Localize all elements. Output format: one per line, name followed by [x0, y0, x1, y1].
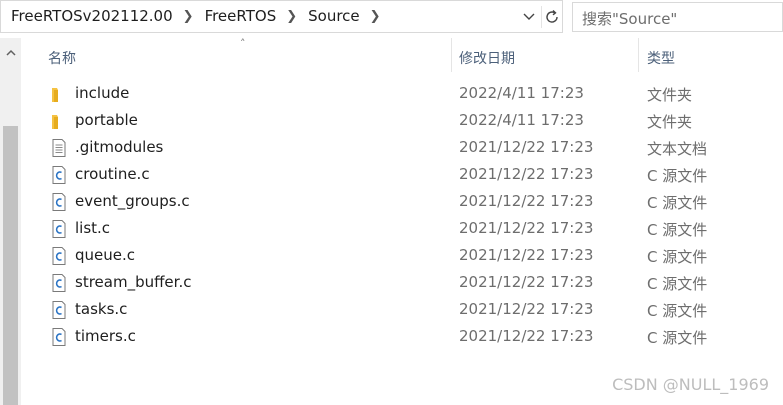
chevron-down-icon[interactable] — [519, 7, 539, 27]
breadcrumb-item-root[interactable]: FreeRTOSv202112.00 — [9, 7, 175, 25]
file-name: event_groups.c — [75, 192, 190, 210]
c-file-icon — [50, 246, 68, 266]
breadcrumb-separator-icon[interactable]: ❯ — [370, 9, 381, 24]
file-name: tasks.c — [75, 300, 128, 318]
c-file-icon — [50, 192, 68, 212]
file-name: .gitmodules — [75, 138, 164, 156]
file-date: 2021/12/22 17:23 — [459, 138, 594, 156]
list-item[interactable]: list.c 2021/12/22 17:23 C 源文件 — [0, 215, 783, 242]
c-file-icon — [50, 219, 68, 239]
file-date: 2021/12/22 17:23 — [459, 246, 594, 264]
list-item[interactable]: portable 2022/4/11 17:23 文件夹 — [0, 107, 783, 134]
file-type: C 源文件 — [647, 329, 708, 347]
column-header-name[interactable]: 名称 — [48, 48, 76, 68]
file-type: C 源文件 — [647, 302, 708, 320]
search-placeholder: 搜索"Source" — [582, 10, 678, 28]
watermark: CSDN @NULL_1969 — [612, 375, 769, 394]
file-type: C 源文件 — [647, 167, 708, 185]
breadcrumb-item-source[interactable]: Source — [306, 7, 362, 25]
file-type: C 源文件 — [647, 194, 708, 212]
list-item[interactable]: stream_buffer.c 2021/12/22 17:23 C 源文件 — [0, 269, 783, 296]
breadcrumb: FreeRTOSv202112.00 ❯ FreeRTOS ❯ Source ❯ — [9, 7, 390, 25]
folder-icon — [50, 111, 68, 131]
text-file-icon — [50, 138, 68, 158]
file-name: list.c — [75, 219, 111, 237]
column-header-date[interactable]: 修改日期 — [459, 48, 515, 68]
file-type: C 源文件 — [647, 248, 708, 266]
address-bar[interactable]: FreeRTOSv202112.00 ❯ FreeRTOS ❯ Source ❯ — [0, 0, 563, 33]
list-item[interactable]: timers.c 2021/12/22 17:23 C 源文件 — [0, 323, 783, 350]
column-divider[interactable] — [451, 38, 452, 72]
file-name: include — [75, 84, 130, 102]
sort-ascending-icon: ˄ — [240, 37, 246, 50]
c-file-icon — [50, 327, 68, 347]
c-file-icon — [50, 165, 68, 185]
scroll-up-icon[interactable] — [0, 42, 21, 62]
file-name: queue.c — [75, 246, 136, 264]
file-type: 文件夹 — [647, 86, 693, 104]
file-date: 2021/12/22 17:23 — [459, 165, 594, 183]
file-name: portable — [75, 111, 138, 129]
file-type: C 源文件 — [647, 275, 708, 293]
file-name: timers.c — [75, 327, 136, 345]
column-header-row: ˄ 名称 修改日期 类型 — [21, 37, 783, 74]
breadcrumb-separator-icon[interactable]: ❯ — [286, 9, 297, 24]
file-date: 2021/12/22 17:23 — [459, 219, 594, 237]
folder-icon — [50, 84, 68, 104]
file-name: stream_buffer.c — [75, 273, 192, 291]
file-type: 文件夹 — [647, 113, 693, 131]
list-item[interactable]: queue.c 2021/12/22 17:23 C 源文件 — [0, 242, 783, 269]
file-type: 文本文档 — [647, 140, 708, 158]
file-date: 2021/12/22 17:23 — [459, 192, 594, 210]
list-item[interactable]: croutine.c 2021/12/22 17:23 C 源文件 — [0, 161, 783, 188]
c-file-icon — [50, 273, 68, 293]
list-item[interactable]: tasks.c 2021/12/22 17:23 C 源文件 — [0, 296, 783, 323]
list-item[interactable]: .gitmodules 2021/12/22 17:23 文本文档 — [0, 134, 783, 161]
search-input[interactable]: 搜索"Source" — [572, 2, 783, 32]
c-file-icon — [50, 300, 68, 320]
file-type: C 源文件 — [647, 221, 708, 239]
file-date: 2021/12/22 17:23 — [459, 327, 594, 345]
column-divider[interactable] — [638, 38, 639, 72]
file-date: 2022/4/11 17:23 — [459, 111, 584, 129]
file-date: 2021/12/22 17:23 — [459, 273, 594, 291]
list-item[interactable]: event_groups.c 2021/12/22 17:23 C 源文件 — [0, 188, 783, 215]
list-item[interactable]: include 2022/4/11 17:23 文件夹 — [0, 80, 783, 107]
column-header-type[interactable]: 类型 — [647, 48, 675, 68]
refresh-icon[interactable] — [541, 6, 561, 28]
file-name: croutine.c — [75, 165, 150, 183]
breadcrumb-item-freertos[interactable]: FreeRTOS — [203, 7, 279, 25]
file-date: 2021/12/22 17:23 — [459, 300, 594, 318]
breadcrumb-separator-icon[interactable]: ❯ — [183, 9, 194, 24]
file-date: 2022/4/11 17:23 — [459, 84, 584, 102]
